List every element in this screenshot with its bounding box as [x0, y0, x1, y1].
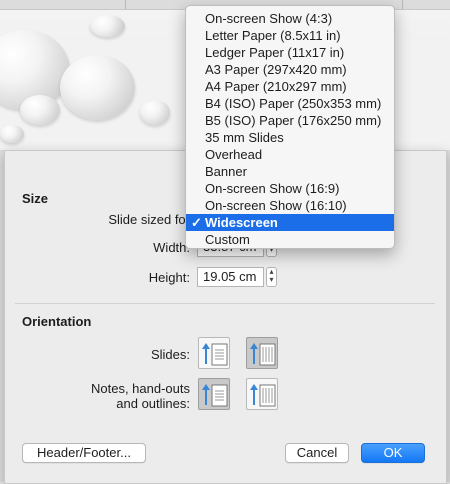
ok-button[interactable]: OK: [361, 443, 425, 463]
water-drop-decoration: [20, 95, 60, 125]
menu-item-banner[interactable]: Banner: [186, 163, 394, 180]
menu-item-ledger-paper[interactable]: Ledger Paper (11x17 in): [186, 44, 394, 61]
menu-item-letter-paper[interactable]: Letter Paper (8.5x11 in): [186, 27, 394, 44]
size-section-title: Size: [22, 191, 49, 206]
menu-item-custom[interactable]: Custom: [186, 231, 394, 248]
notes-portrait-button[interactable]: [198, 378, 230, 410]
portrait-page-icon: [202, 343, 228, 366]
menu-item-overhead[interactable]: Overhead: [186, 146, 394, 163]
menu-item-a4-paper[interactable]: A4 Paper (210x297 mm): [186, 78, 394, 95]
water-drop-decoration: [90, 15, 125, 37]
slides-landscape-button[interactable]: [246, 337, 278, 369]
portrait-page-icon: [202, 384, 228, 407]
notes-label-line2: and outlines:: [116, 396, 190, 411]
up-down-chevron-icon: ▴▾: [269, 267, 274, 284]
menu-item-35mm-slides[interactable]: 35 mm Slides: [186, 129, 394, 146]
width-label: Width:: [153, 240, 190, 255]
slides-portrait-button[interactable]: [198, 337, 230, 369]
toolbar-separator: [125, 0, 126, 9]
notes-orientation-label: Notes, hand-outs and outlines:: [65, 381, 190, 411]
slides-orientation-label: Slides:: [150, 347, 190, 362]
checkmark-icon: ✓: [191, 215, 202, 230]
water-drop-decoration: [0, 125, 24, 143]
orientation-section-title: Orientation: [22, 314, 92, 329]
menu-item-on-screen-show-16-10[interactable]: On-screen Show (16:10): [186, 197, 394, 214]
notes-landscape-button[interactable]: [246, 378, 278, 410]
menu-item-widescreen[interactable]: ✓ Widescreen: [186, 214, 394, 231]
slide-size-dropdown-menu: On-screen Show (4:3) Letter Paper (8.5x1…: [185, 5, 395, 249]
height-label: Height:: [148, 270, 190, 285]
landscape-page-icon: [250, 343, 276, 366]
menu-item-b5-iso-paper[interactable]: B5 (ISO) Paper (176x250 mm): [186, 112, 394, 129]
toolbar-separator: [402, 0, 403, 9]
menu-item-a3-paper[interactable]: A3 Paper (297x420 mm): [186, 61, 394, 78]
menu-item-label: Widescreen: [205, 215, 278, 230]
water-drop-decoration: [60, 55, 135, 120]
slide-sized-for-label: Slide sized for: [108, 212, 190, 227]
menu-item-b4-iso-paper[interactable]: B4 (ISO) Paper (250x353 mm): [186, 95, 394, 112]
menu-item-on-screen-show-16-9[interactable]: On-screen Show (16:9): [186, 180, 394, 197]
landscape-page-icon: [250, 384, 276, 407]
section-divider: [15, 303, 435, 304]
cancel-button[interactable]: Cancel: [285, 443, 349, 463]
menu-item-on-screen-show-4-3[interactable]: On-screen Show (4:3): [186, 10, 394, 27]
water-drop-decoration: [140, 100, 170, 125]
height-stepper[interactable]: ▴ ▾: [266, 267, 277, 287]
height-field[interactable]: 19.05 cm: [197, 267, 264, 287]
header-footer-button[interactable]: Header/Footer...: [22, 443, 146, 463]
notes-label-line1: Notes, hand-outs: [90, 381, 190, 396]
